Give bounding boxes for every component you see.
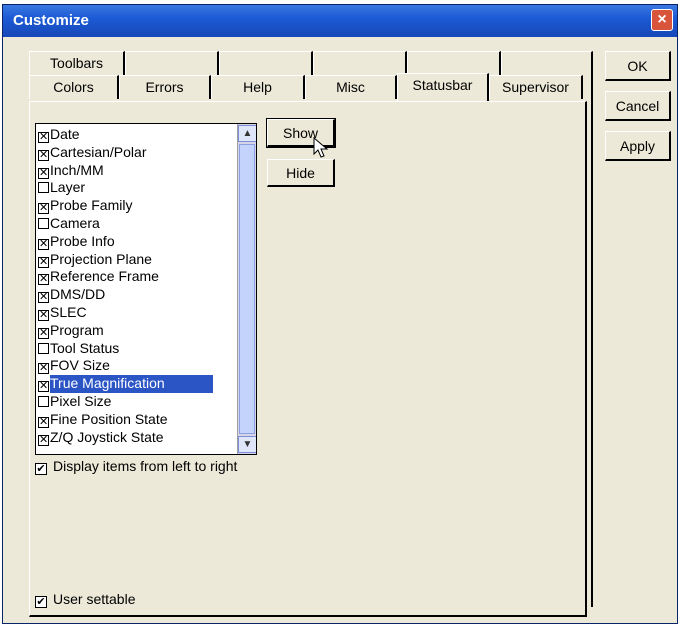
checked-box-icon[interactable]: ✕ xyxy=(38,203,49,215)
statusbar-items-list[interactable]: ✕ Date ✕ Cartesian/Polar ✕ Inch/MM Layer ✕ Probe… xyxy=(35,123,257,455)
list-item[interactable]: ✕ SLEC xyxy=(38,304,236,322)
tab-statusbar[interactable]: Statusbar xyxy=(397,73,489,101)
hide-button[interactable]: Hide xyxy=(267,159,335,187)
user-settable-label: User settable xyxy=(53,591,136,607)
list-item[interactable]: Camera xyxy=(38,215,236,233)
tab-help[interactable]: Help xyxy=(211,75,305,99)
list-item-label: True Magnification xyxy=(50,375,213,393)
vertical-scrollbar[interactable]: ▲ ▼ xyxy=(237,124,256,454)
list-item[interactable]: ✕ Inch/MM xyxy=(38,162,236,180)
check-icon[interactable]: ✔ xyxy=(35,463,47,475)
list-item[interactable]: ✕ Reference Frame xyxy=(38,268,236,286)
checked-box-icon[interactable]: ✕ xyxy=(38,256,49,268)
customize-dialog: Customize × Toolbars Colors Errors Help … xyxy=(2,4,678,624)
check-icon[interactable]: ✔ xyxy=(35,596,47,608)
unchecked-box-icon[interactable] xyxy=(38,217,49,229)
list-item-label: Tool Status xyxy=(50,339,120,356)
unchecked-box-icon[interactable] xyxy=(38,182,49,194)
apply-button[interactable]: Apply xyxy=(605,131,671,161)
checked-box-icon[interactable]: ✕ xyxy=(38,238,49,250)
list-item-label: Fine Position State xyxy=(50,410,168,427)
list-item[interactable]: ✕ Probe Info xyxy=(38,233,236,251)
unchecked-box-icon[interactable] xyxy=(38,342,49,354)
list-item[interactable]: ✕ Date xyxy=(38,126,236,144)
checked-box-icon[interactable]: ✕ xyxy=(38,381,49,393)
checked-box-icon[interactable]: ✕ xyxy=(38,167,49,179)
list-item[interactable]: ✕ Fine Position State xyxy=(38,411,236,429)
list-item[interactable]: ✕ Projection Plane xyxy=(38,251,236,269)
list-item-label: Date xyxy=(50,126,80,142)
title-bar[interactable]: Customize × xyxy=(3,5,677,37)
list-item-label: Program xyxy=(50,321,104,338)
tab-blank-3[interactable] xyxy=(313,51,407,75)
list-item-label: Layer xyxy=(50,179,86,196)
list-items: ✕ Date ✕ Cartesian/Polar ✕ Inch/MM Layer ✕ Probe… xyxy=(38,126,236,446)
tab-colors[interactable]: Colors xyxy=(29,75,119,99)
list-item[interactable]: ✕ Probe Family xyxy=(38,197,236,215)
list-item[interactable]: ✕ Z/Q Joystick State xyxy=(38,429,236,447)
unchecked-box-icon[interactable] xyxy=(38,395,49,407)
list-item[interactable]: Tool Status xyxy=(38,340,236,358)
checked-box-icon[interactable]: ✕ xyxy=(38,434,49,446)
window-title: Customize xyxy=(13,12,89,29)
list-item-label: Projection Plane xyxy=(50,250,152,267)
checked-box-icon[interactable]: ✕ xyxy=(38,274,49,286)
list-item-label: Cartesian/Polar xyxy=(50,143,147,160)
list-item-label: Reference Frame xyxy=(50,268,159,285)
scroll-thumb[interactable] xyxy=(239,144,255,434)
list-item[interactable]: Layer xyxy=(38,179,236,197)
tab-supervisor[interactable]: Supervisor xyxy=(489,75,583,99)
tab-blank-5[interactable] xyxy=(501,51,593,75)
list-item[interactable]: ✕ Program xyxy=(38,322,236,340)
list-item[interactable]: ✕ Cartesian/Polar xyxy=(38,144,236,162)
checked-box-icon[interactable]: ✕ xyxy=(38,149,49,161)
checked-box-icon[interactable]: ✕ xyxy=(38,327,49,339)
close-icon[interactable]: × xyxy=(651,9,673,31)
cancel-button[interactable]: Cancel xyxy=(605,91,671,121)
scroll-up-icon[interactable]: ▲ xyxy=(238,125,256,142)
list-item-label: Camera xyxy=(50,214,100,231)
checked-box-icon[interactable]: ✕ xyxy=(38,416,49,428)
left-to-right-label: Display items from left to right xyxy=(53,458,238,474)
checked-box-icon[interactable]: ✕ xyxy=(38,132,49,143)
list-item[interactable]: ✕ FOV Size xyxy=(38,357,236,375)
checked-box-icon[interactable]: ✕ xyxy=(38,309,49,321)
list-item-label: FOV Size xyxy=(50,357,110,374)
list-item-label: Z/Q Joystick State xyxy=(50,428,164,445)
tab-stack-edge xyxy=(591,75,593,607)
list-item-label: DMS/DD xyxy=(50,286,106,303)
list-item-label: Probe Family xyxy=(50,197,133,214)
mouse-cursor-icon xyxy=(313,137,329,158)
tab-misc[interactable]: Misc xyxy=(305,75,397,99)
tab-errors[interactable]: Errors xyxy=(119,75,211,99)
list-item[interactable]: ✕ True Magnification xyxy=(38,375,236,393)
tab-blank-2[interactable] xyxy=(219,51,313,75)
list-item-label: SLEC xyxy=(50,303,87,320)
list-item-label: Inch/MM xyxy=(50,161,104,178)
tab-blank-1[interactable] xyxy=(125,51,219,75)
list-item-label: Pixel Size xyxy=(50,392,112,409)
list-item-label: Probe Info xyxy=(50,232,115,249)
list-item[interactable]: ✕ DMS/DD xyxy=(38,286,236,304)
left-to-right-checkbox[interactable]: ✔ Display items from left to right xyxy=(35,458,237,475)
user-settable-checkbox[interactable]: ✔ User settable xyxy=(35,591,135,608)
scroll-down-icon[interactable]: ▼ xyxy=(238,436,256,453)
tab-toolbars[interactable]: Toolbars xyxy=(29,51,125,75)
tab-blank-4[interactable] xyxy=(407,51,501,75)
ok-button[interactable]: OK xyxy=(605,51,671,81)
list-item[interactable]: Pixel Size xyxy=(38,393,236,411)
checked-box-icon[interactable]: ✕ xyxy=(38,292,49,304)
checked-box-icon[interactable]: ✕ xyxy=(38,363,49,375)
